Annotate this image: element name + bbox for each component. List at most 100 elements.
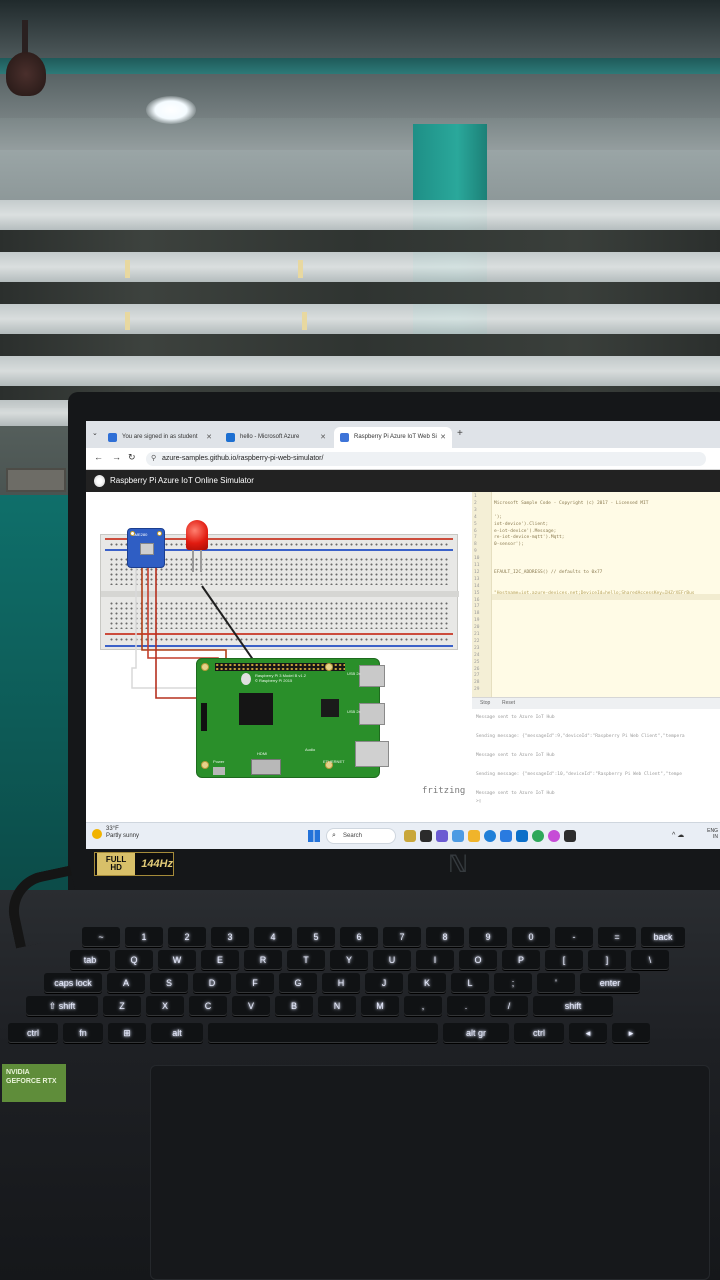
- copilot-icon[interactable]: [436, 830, 448, 842]
- vscode-icon[interactable]: [516, 830, 528, 842]
- search-placeholder: Search: [343, 833, 363, 839]
- key[interactable]: Z: [103, 996, 141, 1016]
- key[interactable]: B: [275, 996, 313, 1016]
- key[interactable]: U: [373, 950, 411, 970]
- store-icon[interactable]: [500, 830, 512, 842]
- key[interactable]: Y: [330, 950, 368, 970]
- key[interactable]: ⇧ shift: [26, 996, 98, 1016]
- reset-button[interactable]: Reset: [502, 700, 515, 706]
- key[interactable]: V: [232, 996, 270, 1016]
- key[interactable]: /: [490, 996, 528, 1016]
- key[interactable]: 7: [383, 927, 421, 947]
- touchpad[interactable]: [150, 1065, 710, 1280]
- key[interactable]: 9: [469, 927, 507, 947]
- key[interactable]: =: [598, 927, 636, 947]
- console-line: Sending message: {"messageId":9,"deviceI…: [476, 734, 685, 739]
- stop-button[interactable]: Stop: [480, 700, 490, 706]
- file-explorer-icon[interactable]: [468, 830, 480, 842]
- key[interactable]: fn: [63, 1023, 103, 1043]
- key[interactable]: alt gr: [443, 1023, 509, 1043]
- key[interactable]: X: [146, 996, 184, 1016]
- key[interactable]: .: [447, 996, 485, 1016]
- display-connector: [201, 703, 207, 731]
- key[interactable]: A: [107, 973, 145, 993]
- url-field[interactable]: ⚲ azure-samples.github.io/raspberry-pi-w…: [146, 452, 706, 466]
- key[interactable]: T: [287, 950, 325, 970]
- key[interactable]: S: [150, 973, 188, 993]
- close-tab-icon[interactable]: ✕: [440, 427, 446, 448]
- key[interactable]: enter: [580, 973, 640, 993]
- key[interactable]: L: [451, 973, 489, 993]
- edge-icon[interactable]: [452, 830, 464, 842]
- key[interactable]: ⊞: [108, 1023, 146, 1043]
- key[interactable]: I: [416, 950, 454, 970]
- back-arrow-icon[interactable]: ←: [94, 452, 103, 462]
- key[interactable]: C: [189, 996, 227, 1016]
- key[interactable]: ctrl: [8, 1023, 58, 1043]
- key[interactable]: 1: [125, 927, 163, 947]
- tab-signed-in[interactable]: You are signed in as student ✕: [102, 427, 218, 448]
- reload-icon[interactable]: ↻: [128, 452, 136, 463]
- key[interactable]: alt: [151, 1023, 203, 1043]
- key[interactable]: [208, 1023, 438, 1043]
- key[interactable]: ctrl: [514, 1023, 564, 1043]
- key[interactable]: -: [555, 927, 593, 947]
- key[interactable]: H: [322, 973, 360, 993]
- key[interactable]: back: [641, 927, 685, 947]
- key[interactable]: ,: [404, 996, 442, 1016]
- key[interactable]: tab: [70, 950, 110, 970]
- key[interactable]: F: [236, 973, 274, 993]
- app-icon[interactable]: [548, 830, 560, 842]
- tab-azure[interactable]: hello - Microsoft Azure ✕: [220, 427, 332, 448]
- key[interactable]: caps lock: [44, 973, 102, 993]
- raspberry-pi-board[interactable]: Raspberry Pi 3 Model B v1.2 © Raspberry …: [196, 658, 389, 778]
- key[interactable]: ~: [82, 927, 120, 947]
- key[interactable]: J: [365, 973, 403, 993]
- key[interactable]: D: [193, 973, 231, 993]
- key[interactable]: M: [361, 996, 399, 1016]
- key[interactable]: Q: [115, 950, 153, 970]
- task-view-icon[interactable]: [420, 830, 432, 842]
- key[interactable]: shift: [533, 996, 613, 1016]
- key[interactable]: W: [158, 950, 196, 970]
- system-tray-language[interactable]: ENG IN: [707, 828, 718, 840]
- line-number: 10: [474, 556, 480, 562]
- code-editor[interactable]: 1 2 3 4 5 6 7 8 9 10 11 12 13 14 15 16 17 18 19 20 21 22 23 24 2…: [472, 492, 720, 697]
- key[interactable]: 8: [426, 927, 464, 947]
- close-tab-icon[interactable]: ✕: [206, 427, 212, 448]
- tray-chevron-icon[interactable]: ^ ☁: [672, 831, 684, 839]
- weather-widget[interactable]: 33°F Partly sunny: [106, 826, 139, 840]
- terminal-icon[interactable]: [564, 830, 576, 842]
- key[interactable]: ▸: [612, 1023, 650, 1043]
- key[interactable]: \: [631, 950, 669, 970]
- key[interactable]: ;: [494, 973, 532, 993]
- key[interactable]: ◂: [569, 1023, 607, 1043]
- key[interactable]: 6: [340, 927, 378, 947]
- key[interactable]: 0: [512, 927, 550, 947]
- key[interactable]: P: [502, 950, 540, 970]
- key[interactable]: [: [545, 950, 583, 970]
- key[interactable]: G: [279, 973, 317, 993]
- key[interactable]: K: [408, 973, 446, 993]
- key[interactable]: ]: [588, 950, 626, 970]
- close-tab-icon[interactable]: ✕: [320, 427, 326, 448]
- key[interactable]: 3: [211, 927, 249, 947]
- key[interactable]: 5: [297, 927, 335, 947]
- key[interactable]: 2: [168, 927, 206, 947]
- key[interactable]: 4: [254, 927, 292, 947]
- widgets-icon[interactable]: [404, 830, 416, 842]
- key[interactable]: ': [537, 973, 575, 993]
- windows-start-icon[interactable]: [308, 830, 320, 842]
- tab-list-icon[interactable]: ⌄: [92, 429, 98, 437]
- site-info-icon[interactable]: ⚲: [151, 452, 156, 466]
- whatsapp-icon[interactable]: [532, 830, 544, 842]
- key[interactable]: R: [244, 950, 282, 970]
- forward-arrow-icon[interactable]: →: [112, 452, 121, 462]
- new-tab-button[interactable]: +: [457, 428, 463, 439]
- taskbar-search[interactable]: ⌕ Search: [326, 828, 396, 844]
- key[interactable]: O: [459, 950, 497, 970]
- key[interactable]: N: [318, 996, 356, 1016]
- chrome-icon[interactable]: [484, 830, 496, 842]
- tab-simulator[interactable]: Raspberry Pi Azure IoT Web Si ✕: [334, 427, 452, 448]
- key[interactable]: E: [201, 950, 239, 970]
